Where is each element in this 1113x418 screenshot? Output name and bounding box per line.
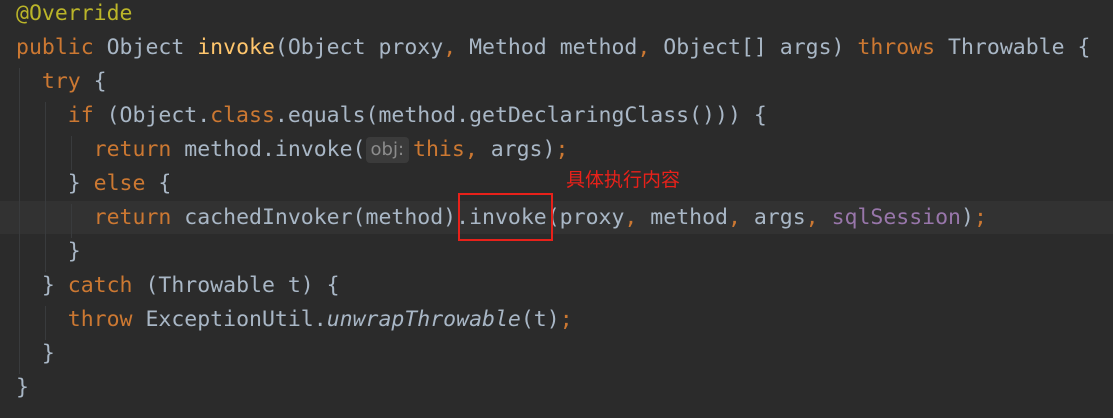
code-text: Object[] args) [650, 35, 858, 60]
semicolon-token: ; [973, 205, 987, 230]
method-declaration-name: invoke [197, 35, 275, 60]
code-line-1[interactable]: @Override [16, 0, 133, 31]
highlight-box [458, 193, 553, 241]
semicolon-token: ; [559, 307, 573, 332]
code-text: .equals(method.getDeclaringClass())) { [274, 103, 767, 128]
code-text: method [637, 205, 728, 230]
field-token: sqlSession [831, 205, 962, 230]
code-text: } [16, 375, 29, 400]
annotation-note: 具体执行内容 [566, 169, 681, 191]
code-text: { [145, 171, 172, 196]
code-text: } [67, 239, 81, 264]
keyword-token: throws [857, 35, 936, 60]
code-line-8[interactable]: } [16, 235, 81, 269]
keyword-token: else [93, 171, 146, 196]
code-line-4[interactable]: if (Object.class.equals(method.getDeclar… [16, 99, 767, 133]
code-text: } [41, 341, 55, 366]
code-text: ExceptionUtil. [132, 307, 327, 332]
comma-token: , [443, 35, 457, 60]
keyword-token: class [210, 103, 275, 128]
semicolon-token: ; [555, 137, 569, 162]
parameter-hint: obj: [365, 137, 410, 163]
comma-token: , [805, 205, 819, 230]
keyword-token: throw [67, 307, 133, 332]
comma-token: , [624, 205, 638, 230]
code-line-6[interactable]: } else { [16, 167, 172, 201]
code-line-3[interactable]: try { [16, 65, 107, 99]
code-line-12[interactable]: } [16, 371, 29, 405]
code-text: } [41, 273, 68, 298]
code-text: cachedInvoker(method) [171, 205, 457, 230]
code-text: } [67, 171, 94, 196]
code-line-9[interactable]: } catch (Throwable t) { [16, 269, 340, 303]
keyword-token: catch [67, 273, 133, 298]
annotation-token: @Override [16, 1, 133, 26]
keyword-token: this [413, 137, 465, 162]
static-method-call: unwrapThrowable [326, 307, 521, 332]
code-text: args) [477, 137, 556, 162]
comma-token: , [637, 35, 651, 60]
code-text: Throwable { [935, 35, 1091, 60]
code-line-5[interactable]: return method.invoke(obj: this, args); [16, 133, 568, 167]
code-editor[interactable]: @Override public Object invoke(Object pr… [0, 0, 1113, 418]
keyword-token: try [41, 69, 81, 94]
code-text: args [740, 205, 806, 230]
code-line-11[interactable]: } [16, 337, 55, 371]
keyword-token: if [67, 103, 94, 128]
comma-token: , [464, 137, 478, 162]
code-text: (t) [520, 307, 560, 332]
comma-token: , [727, 205, 741, 230]
code-text: (Object proxy [274, 35, 444, 60]
code-text: Object [93, 35, 198, 60]
code-text: (proxy [546, 205, 625, 230]
code-text: (Throwable t) { [132, 273, 340, 298]
code-text: ) [961, 205, 974, 230]
code-text: Method method [456, 35, 638, 60]
code-text: { [80, 69, 107, 94]
code-text: method.invoke( [171, 137, 366, 162]
code-line-2[interactable]: public Object invoke(Object proxy, Metho… [16, 31, 1090, 65]
code-line-10[interactable]: throw ExceptionUtil.unwrapThrowable(t); [16, 303, 573, 337]
code-text: (Object. [93, 103, 211, 128]
keyword-token: return [93, 205, 172, 230]
keyword-token: return [93, 137, 172, 162]
keyword-token: public [16, 35, 94, 60]
